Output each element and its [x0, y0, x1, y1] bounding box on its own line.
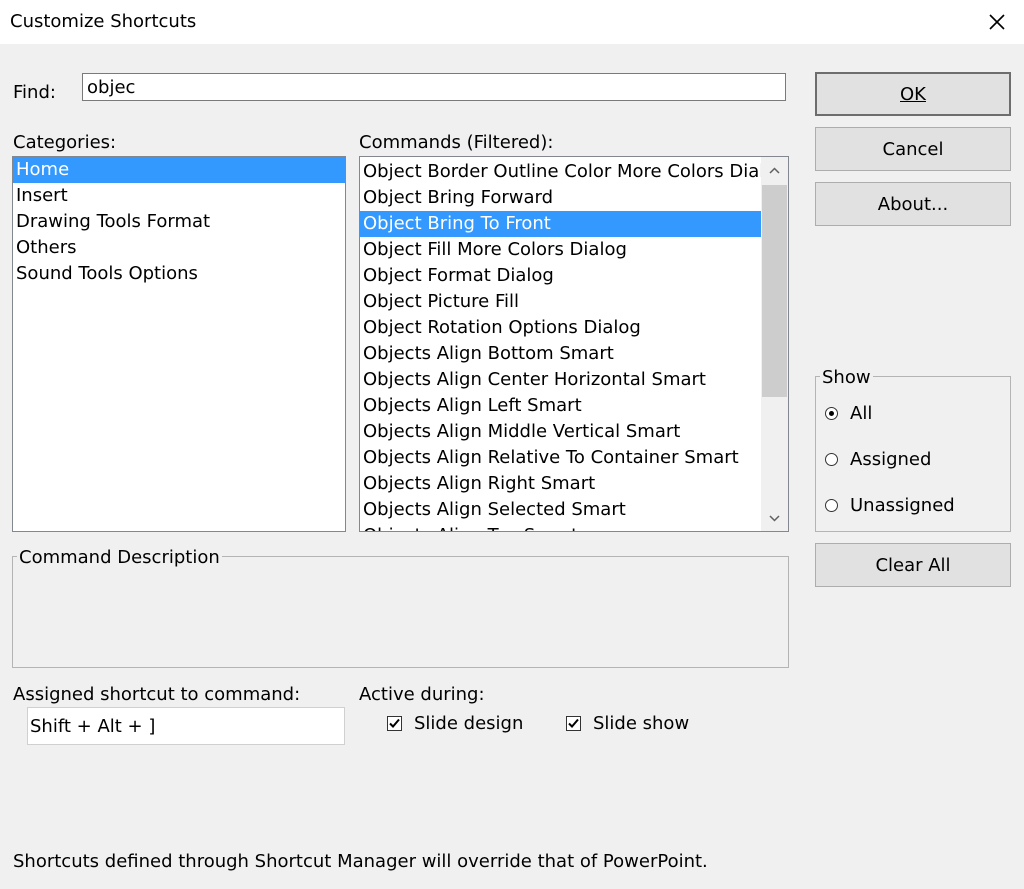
command-item[interactable]: Objects Align Right Smart: [360, 471, 762, 497]
command-item[interactable]: Objects Align Bottom Smart: [360, 341, 762, 367]
command-item[interactable]: Objects Align Middle Vertical Smart: [360, 419, 762, 445]
show-assigned-radio[interactable]: Assigned: [825, 449, 931, 470]
show-all-radio[interactable]: All: [825, 403, 872, 424]
show-unassigned-radio[interactable]: Unassigned: [825, 495, 955, 516]
slide-show-checkbox[interactable]: Slide show: [566, 713, 689, 734]
checkbox-box: [566, 716, 581, 731]
radio-checked-icon: [825, 407, 838, 420]
command-item[interactable]: Objects Align Center Horizontal Smart: [360, 367, 762, 393]
footer-note: Shortcuts defined through Shortcut Manag…: [13, 851, 708, 872]
find-input[interactable]: [82, 73, 786, 101]
cancel-button[interactable]: Cancel: [815, 127, 1011, 171]
command-item[interactable]: Object Format Dialog: [360, 263, 762, 289]
category-item-insert[interactable]: Insert: [13, 183, 345, 209]
category-item-home[interactable]: Home: [13, 157, 345, 183]
assigned-shortcut-field[interactable]: [27, 707, 345, 745]
scroll-up-button[interactable]: [761, 157, 788, 183]
about-button[interactable]: About...: [815, 182, 1011, 226]
command-description-groupbox: [12, 556, 789, 668]
chevron-down-icon: [769, 514, 780, 522]
assigned-shortcut-label: Assigned shortcut to command:: [13, 684, 301, 705]
find-label: Find:: [13, 82, 56, 103]
category-item-sound-tools-options[interactable]: Sound Tools Options: [13, 261, 345, 287]
active-during-label: Active during:: [359, 684, 485, 705]
commands-listbox[interactable]: Object Border Outline Color More Colors …: [359, 156, 789, 532]
categories-label: Categories:: [13, 132, 117, 153]
command-item[interactable]: Objects Align Relative To Container Smar…: [360, 445, 762, 471]
chevron-up-icon: [769, 166, 780, 174]
radio-unchecked-icon: [825, 499, 838, 512]
show-assigned-label: Assigned: [850, 449, 932, 470]
commands-label: Commands (Filtered):: [359, 132, 554, 153]
slide-design-checkbox[interactable]: Slide design: [387, 713, 523, 734]
show-unassigned-label: Unassigned: [850, 495, 955, 516]
command-item[interactable]: Object Bring To Front: [360, 211, 762, 237]
show-group-label: Show: [820, 367, 873, 388]
scroll-down-button[interactable]: [761, 505, 788, 531]
close-icon: [989, 14, 1005, 30]
command-item[interactable]: Object Picture Fill: [360, 289, 762, 315]
command-item[interactable]: Object Rotation Options Dialog: [360, 315, 762, 341]
ok-button-label: OK: [900, 83, 926, 105]
clear-all-button[interactable]: Clear All: [815, 543, 1011, 587]
command-item[interactable]: Object Fill More Colors Dialog: [360, 237, 762, 263]
close-button[interactable]: [970, 0, 1024, 44]
categories-listbox[interactable]: Home Insert Drawing Tools Format Others …: [12, 156, 346, 532]
slide-show-label: Slide show: [593, 713, 690, 734]
show-all-label: All: [850, 403, 873, 424]
command-item[interactable]: Objects Align Selected Smart: [360, 497, 762, 523]
checkmark-icon: [389, 718, 400, 728]
checkmark-icon: [568, 718, 579, 728]
commands-scrollbar[interactable]: [761, 157, 788, 531]
category-item-drawing-tools-format[interactable]: Drawing Tools Format: [13, 209, 345, 235]
checkbox-box: [387, 716, 402, 731]
command-item[interactable]: Object Bring Forward: [360, 185, 762, 211]
window-title: Customize Shortcuts: [10, 11, 197, 32]
radio-unchecked-icon: [825, 453, 838, 466]
ok-button[interactable]: OK: [815, 72, 1011, 116]
category-item-others[interactable]: Others: [13, 235, 345, 261]
command-item[interactable]: Object Border Outline Color More Colors …: [360, 159, 762, 185]
title-bar: Customize Shortcuts: [0, 0, 1024, 44]
command-item[interactable]: Objects Align Top Smart: [360, 523, 762, 531]
command-item[interactable]: Objects Align Left Smart: [360, 393, 762, 419]
command-description-label: Command Description: [17, 547, 222, 568]
scroll-thumb[interactable]: [762, 185, 787, 397]
slide-design-label: Slide design: [414, 713, 524, 734]
